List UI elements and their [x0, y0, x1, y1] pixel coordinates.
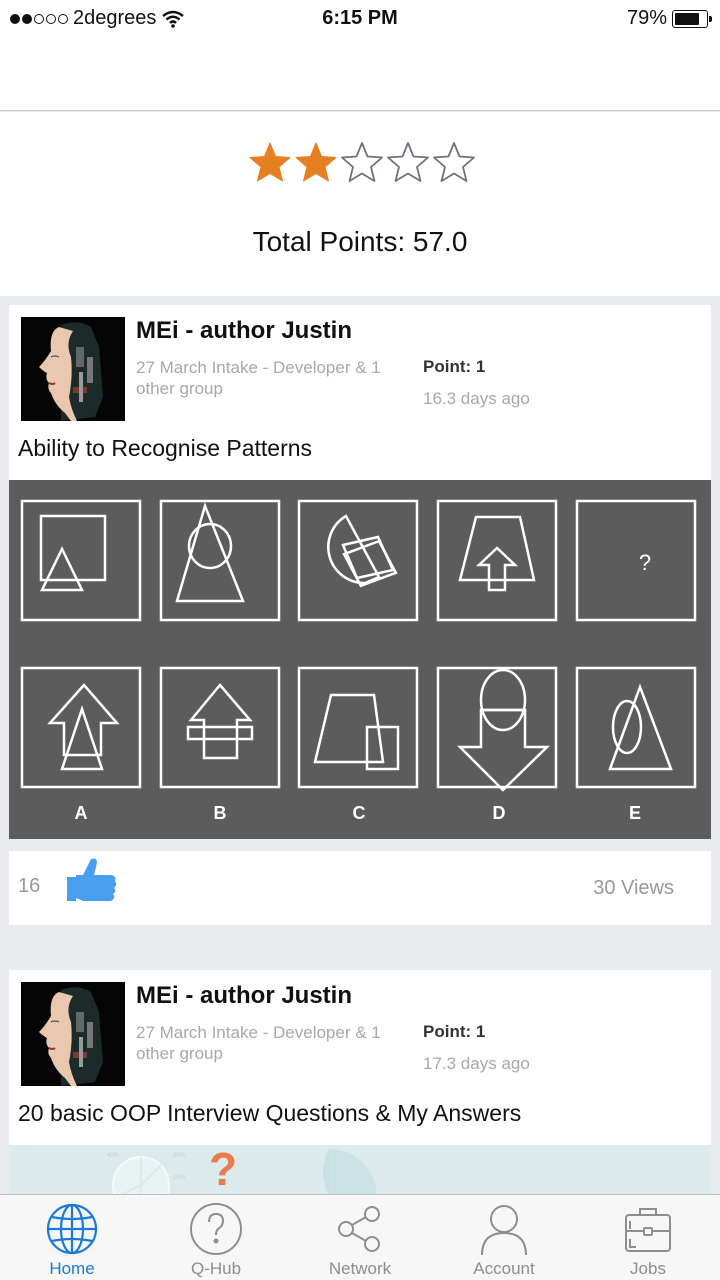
post-points: Point: 1	[423, 357, 486, 376]
pattern-puzzle-graphic	[20, 499, 697, 792]
post-actions-bar: 16 30 Views	[9, 851, 711, 925]
tab-label: Jobs	[630, 1259, 666, 1278]
tab-bar: Home Q-Hub Network Account Jobs	[0, 1194, 720, 1280]
post-image-pattern-puzzle[interactable]: ? A B C D E	[9, 480, 711, 839]
option-label-c: C	[352, 803, 366, 823]
star-filled-icon	[248, 140, 292, 184]
group-text: 27 March Intake - Developer & 1 other gr…	[136, 358, 381, 398]
svg-text:10%: 10%	[173, 1175, 186, 1181]
option-label-b: B	[213, 803, 227, 823]
post-card[interactable]: MEi - author Justin 27 March Intake - De…	[9, 305, 711, 480]
post-timestamp: 17.3 days ago	[423, 1054, 530, 1073]
group-text: 27 March Intake - Developer & 1 other gr…	[136, 1023, 381, 1063]
option-label-d: D	[492, 803, 506, 823]
tab-q-hub[interactable]: Q-Hub	[144, 1195, 288, 1280]
option-label-a: A	[74, 803, 88, 823]
star-empty-icon	[340, 140, 384, 184]
avatar[interactable]	[21, 317, 125, 421]
question-circle-icon	[190, 1203, 242, 1255]
svg-text:40%: 40%	[107, 1153, 120, 1159]
infographic-image: 40% 20% 10% ?	[107, 1145, 377, 1195]
points-summary: Total Points: 57.0	[0, 112, 720, 296]
tab-home[interactable]: Home	[0, 1195, 144, 1280]
avatar[interactable]	[21, 982, 125, 1086]
briefcase-icon	[625, 1208, 671, 1252]
total-points: Total Points: 57.0	[252, 226, 468, 257]
navigation-bar	[0, 40, 720, 111]
post-card[interactable]: MEi - author Justin 27 March Intake - De…	[9, 970, 711, 1145]
view-count: 30 Views	[593, 877, 674, 899]
globe-icon	[46, 1203, 98, 1255]
svg-text:?: ?	[209, 1145, 237, 1195]
share-icon	[338, 1206, 380, 1252]
tab-jobs[interactable]: Jobs	[576, 1195, 720, 1280]
post-points: Point: 1	[423, 1022, 486, 1041]
person-icon	[481, 1205, 527, 1256]
post-image-preview[interactable]: 40% 20% 10% ?	[9, 1145, 711, 1195]
tab-label: Q-Hub	[190, 1259, 242, 1278]
author-name[interactable]: MEi - author Justin	[136, 317, 352, 345]
puzzle-question-mark: ?	[638, 550, 652, 575]
thumbs-up-icon[interactable]	[67, 857, 119, 911]
svg-text:20%: 20%	[173, 1153, 186, 1159]
star-filled-icon	[294, 140, 338, 184]
battery-icon	[672, 9, 712, 28]
star-empty-icon	[432, 140, 476, 184]
star-empty-icon	[386, 140, 430, 184]
like-count: 16	[18, 875, 41, 897]
star-rating	[248, 140, 476, 184]
avatar-image	[21, 317, 125, 421]
status-right: 79%	[626, 7, 712, 30]
option-label-e: E	[628, 803, 641, 823]
post-timestamp: 16.3 days ago	[423, 389, 530, 408]
battery-percent: 79%	[626, 7, 667, 29]
post-title[interactable]: 20 basic OOP Interview Questions & My An…	[18, 1100, 521, 1127]
battery-level	[675, 12, 699, 25]
author-name[interactable]: MEi - author Justin	[136, 982, 352, 1010]
tab-label: Network	[328, 1259, 392, 1278]
tab-network[interactable]: Network	[288, 1195, 432, 1280]
tab-label: Home	[49, 1259, 95, 1278]
tab-account[interactable]: Account	[432, 1195, 576, 1280]
status-bar: 2degrees 6:15 PM 79%	[0, 0, 720, 40]
avatar-image	[21, 982, 125, 1086]
status-time: 6:15 PM	[322, 7, 398, 29]
tab-label: Account	[473, 1259, 535, 1278]
post-title[interactable]: Ability to Recognise Patterns	[18, 435, 312, 462]
